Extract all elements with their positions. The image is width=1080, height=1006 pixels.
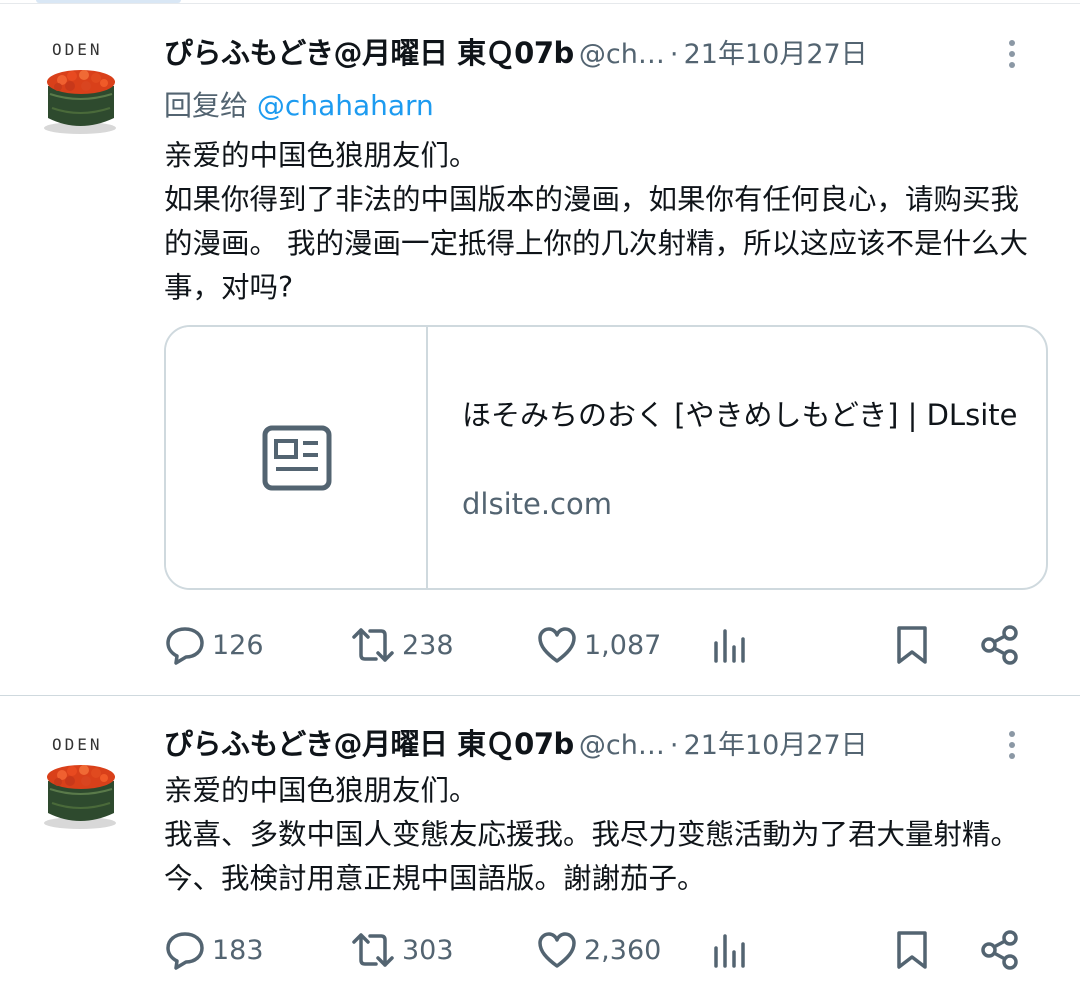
like-button[interactable]: 2,360 <box>536 925 661 975</box>
share-button[interactable] <box>980 925 1020 975</box>
avatar[interactable]: ODEN <box>40 38 124 138</box>
reply-mention-link[interactable]: @chahaharn <box>257 89 434 122</box>
bookmark-button[interactable] <box>894 620 930 670</box>
reply-prefix: 回复给 <box>164 89 249 122</box>
like-count: 1,087 <box>584 629 662 661</box>
user-handle[interactable]: @ch… <box>579 39 665 70</box>
tweet-actions: 183 303 2,360 <box>164 925 1044 975</box>
bookmark-icon <box>897 931 927 969</box>
retweet-count: 303 <box>402 934 454 966</box>
like-button[interactable]: 1,087 <box>536 620 661 670</box>
tweet-date[interactable]: 21年10月27日 <box>684 39 868 70</box>
avatar[interactable]: ODEN <box>40 733 124 833</box>
reply-count: 126 <box>212 629 264 661</box>
tweet-text: 亲爱的中国色狼朋友们。 我喜、多数中国人变態友応援我。我尽力变態活動为了君大量射… <box>164 774 1020 895</box>
retweet-button[interactable]: 238 <box>350 620 454 670</box>
link-card[interactable]: ほそみちのおく [やきめしもどき] | DLsite dlsite.com <box>164 325 1048 590</box>
reply-to-line: 回复给 @chahaharn <box>164 84 434 124</box>
tweet-text: 亲爱的中国色狼朋友们。 如果你得到了非法的中国版本的漫画，如果你有任何良心，请购… <box>164 139 1029 304</box>
retweet-count: 238 <box>402 629 454 661</box>
card-thumbnail <box>166 327 428 588</box>
more-options-icon[interactable] <box>1006 40 1018 72</box>
reply-count: 183 <box>212 934 264 966</box>
retweet-icon <box>352 628 394 662</box>
user-handle[interactable]: @ch… <box>579 730 665 761</box>
bookmark-icon <box>897 626 927 664</box>
views-chart-icon <box>714 629 745 663</box>
reply-icon <box>166 627 204 665</box>
like-count: 2,360 <box>584 934 662 966</box>
tweet[interactable]: ODEN ぴらふもどき@月曜日 東Ｑ07b @ch… · 21年10月27日 回… <box>0 4 1080 696</box>
display-name[interactable]: ぴらふもどき@月曜日 東Ｑ07b <box>164 36 574 70</box>
reply-button[interactable]: 183 <box>164 925 264 975</box>
views-chart-icon <box>714 934 745 968</box>
tweet-header: ぴらふもどき@月曜日 東Ｑ07b @ch… · 21年10月27日 <box>164 721 1064 765</box>
separator-dot: · <box>669 39 679 70</box>
display-name[interactable]: ぴらふもどき@月曜日 東Ｑ07b <box>164 727 574 761</box>
reply-icon <box>166 932 204 970</box>
card-title: ほそみちのおく [やきめしもどき] | DLsite <box>462 398 1018 432</box>
views-button[interactable] <box>712 925 748 975</box>
tweet-date[interactable]: 21年10月27日 <box>684 730 868 761</box>
retweet-icon <box>352 933 394 967</box>
article-icon <box>262 425 332 491</box>
views-button[interactable] <box>712 620 748 670</box>
reply-button[interactable]: 126 <box>164 620 264 670</box>
bookmark-button[interactable] <box>894 925 930 975</box>
heart-icon <box>538 932 576 968</box>
share-icon <box>981 930 1018 970</box>
share-button[interactable] <box>980 620 1020 670</box>
retweet-button[interactable]: 303 <box>350 925 454 975</box>
card-domain: dlsite.com <box>462 487 612 521</box>
share-icon <box>981 625 1018 665</box>
heart-icon <box>538 627 576 663</box>
separator-dot: · <box>669 730 679 761</box>
tweet[interactable]: ODEN ぴらふもどき@月曜日 東Ｑ07b @ch… · 21年10月27日 亲… <box>0 697 1080 1006</box>
tweet-header: ぴらふもどき@月曜日 東Ｑ07b @ch… · 21年10月27日 <box>164 30 1064 74</box>
tweet-actions: 126 238 1,087 <box>164 620 1044 670</box>
more-options-icon[interactable] <box>1006 731 1018 763</box>
